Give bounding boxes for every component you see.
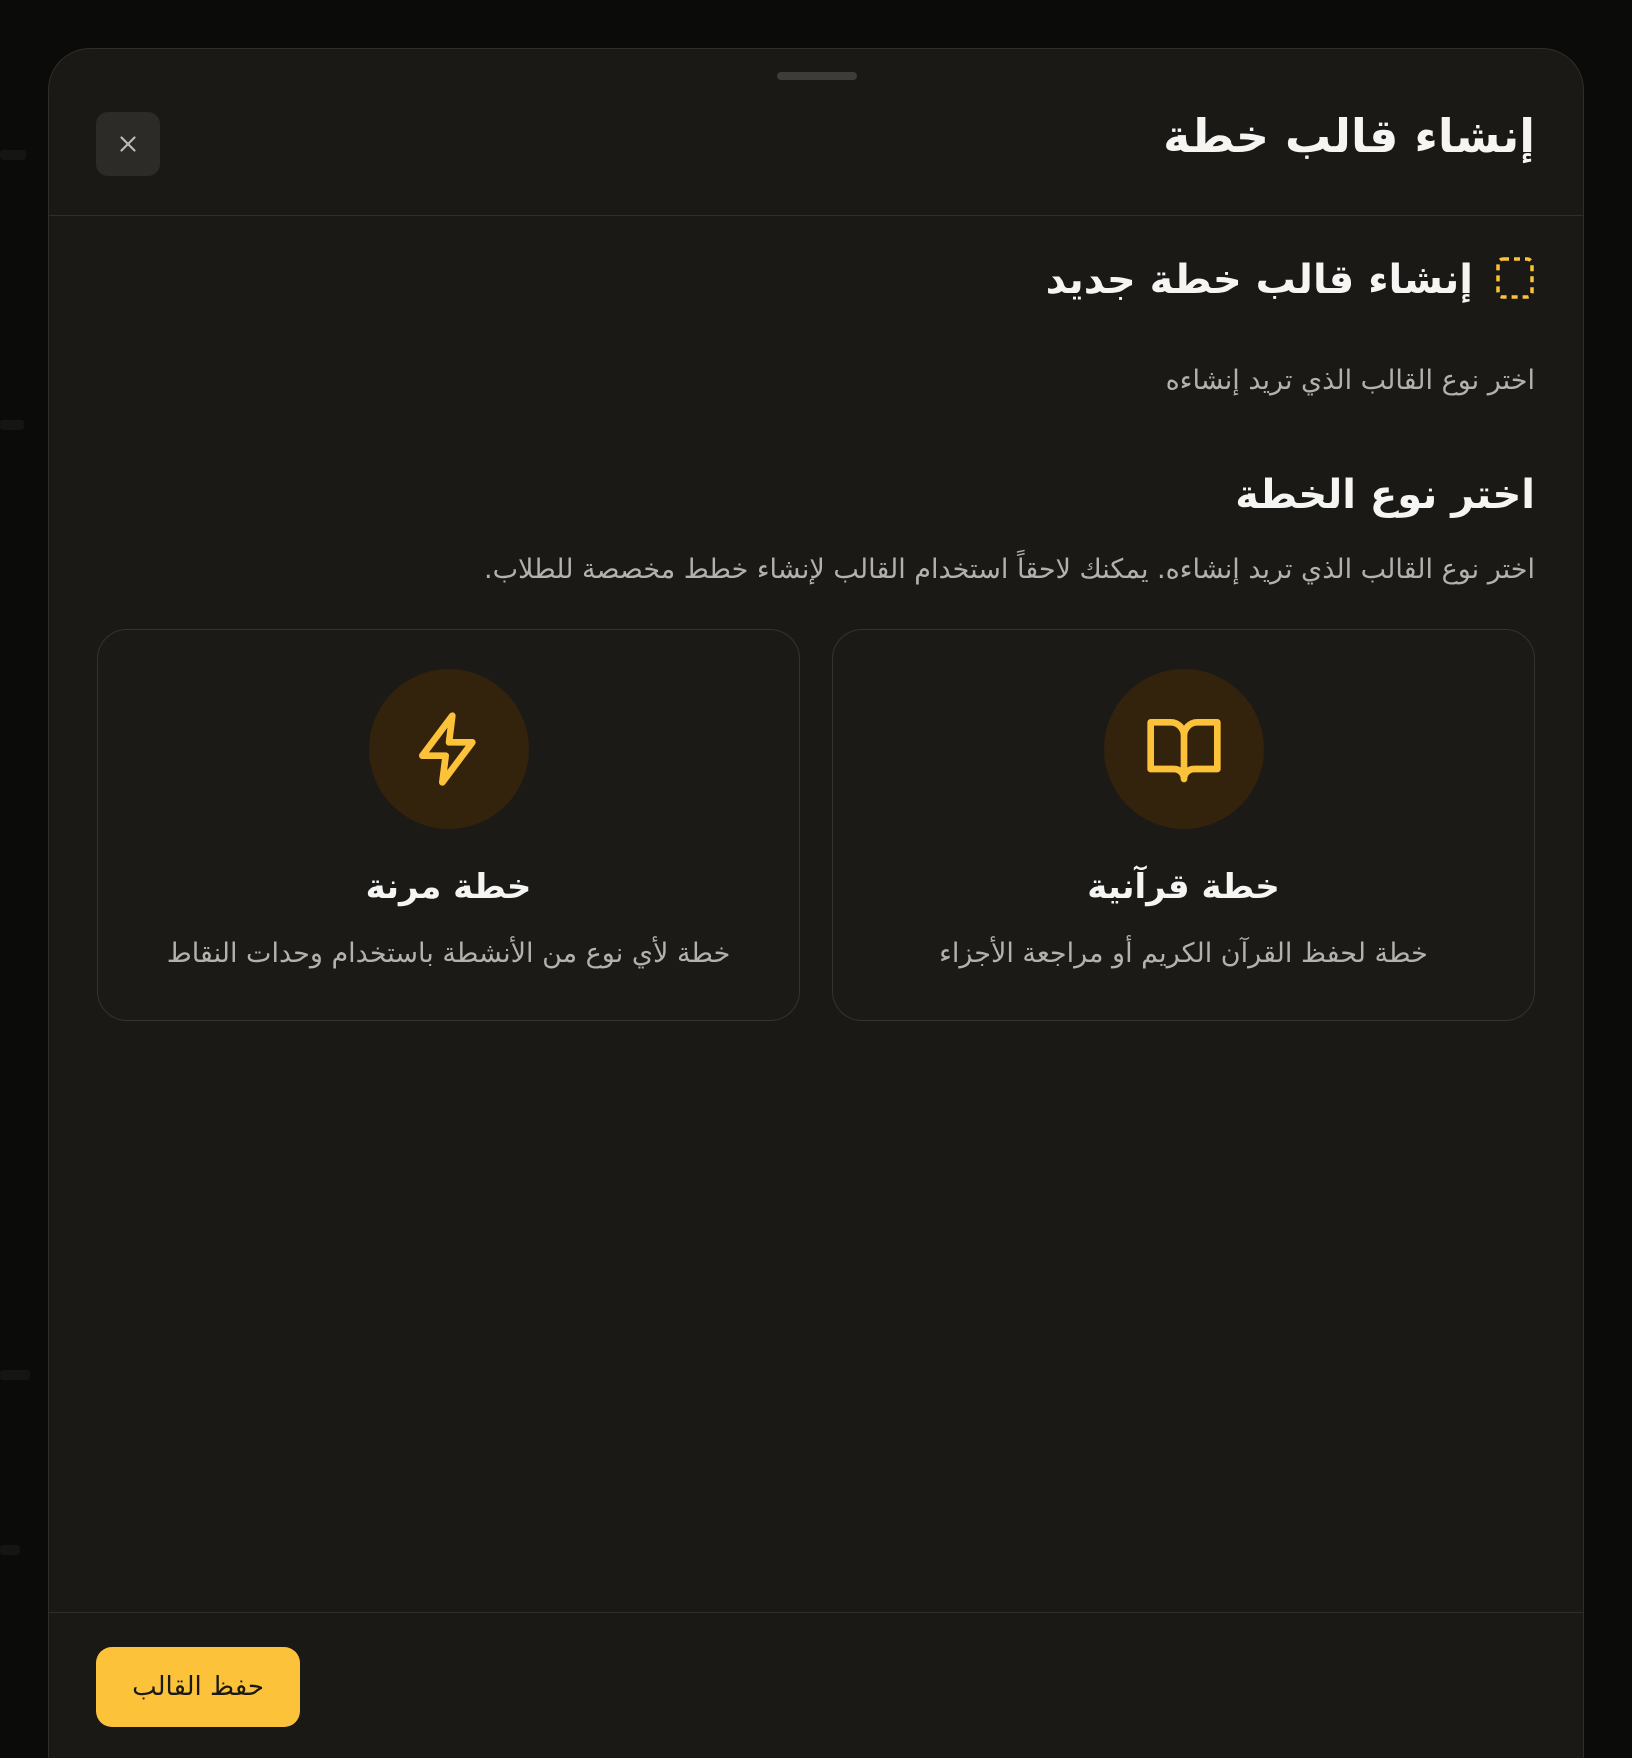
card-icon-circle [368, 669, 529, 829]
flexible-plan-card[interactable]: خطة مرنة خطة لأي نوع من الأنشطة باستخدام… [97, 629, 800, 1021]
card-description: خطة لحفظ القرآن الكريم أو مراجعة الأجزاء [939, 938, 1428, 969]
close-icon [120, 136, 136, 152]
save-template-button[interactable]: حفظ القالب [96, 1647, 300, 1727]
plan-type-description: اختر نوع القالب الذي تريد إنشاءه. يمكنك … [484, 554, 1535, 585]
sheet-footer: حفظ القالب [49, 1612, 1583, 1758]
section-subtitle: اختر نوع القالب الذي تريد إنشاءه [1165, 365, 1535, 396]
card-icon-circle [1103, 669, 1264, 829]
backdrop-fragment [0, 150, 26, 160]
book-open-icon [1146, 719, 1221, 783]
section-header: إنشاء قالب خطة جديد [1046, 255, 1535, 305]
quran-plan-card[interactable]: خطة قرآنية خطة لحفظ القرآن الكريم أو مرا… [832, 629, 1535, 1021]
lightning-icon [418, 712, 476, 786]
sheet-title: إنشاء قالب خطة [1163, 109, 1535, 163]
plan-type-title: اختر نوع الخطة [1235, 472, 1535, 518]
backdrop-fragment [0, 420, 24, 430]
backdrop-fragment [0, 1545, 20, 1555]
create-template-sheet: إنشاء قالب خطة إنشاء قالب خطة جديد اختر … [48, 48, 1584, 1758]
dashed-square-icon [1495, 255, 1535, 305]
section-title: إنشاء قالب خطة جديد [1045, 257, 1473, 303]
card-title: خطة قرآنية [1087, 867, 1280, 907]
sheet-header: إنشاء قالب خطة [49, 49, 1583, 216]
card-title: خطة مرنة [365, 867, 532, 907]
close-button[interactable] [96, 112, 160, 176]
backdrop-fragment [0, 1370, 30, 1380]
card-description: خطة لأي نوع من الأنشطة باستخدام وحدات ال… [166, 938, 731, 969]
